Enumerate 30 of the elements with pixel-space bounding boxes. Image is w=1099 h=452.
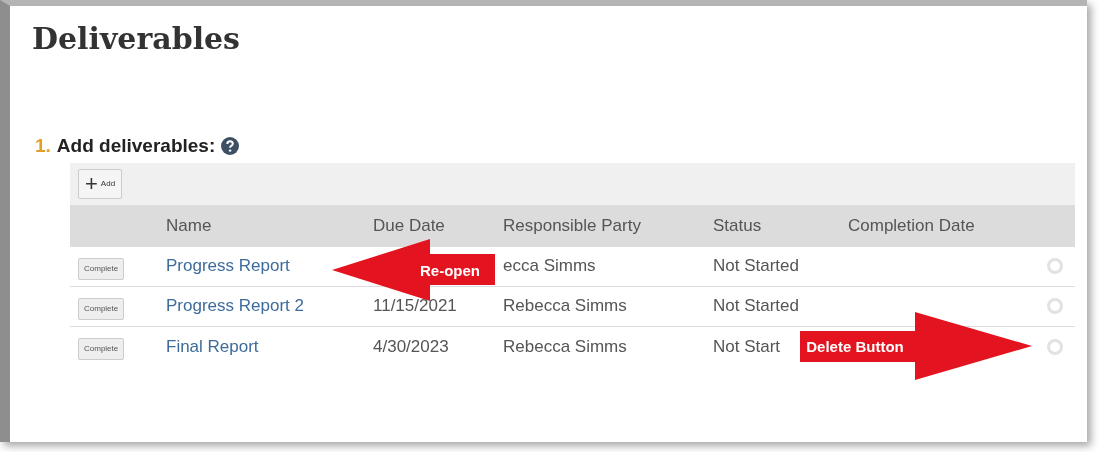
add-label: Add [100,177,116,190]
table-cell: Rebecca Simms [503,336,627,356]
plus-icon: + [85,172,98,195]
column-header: Name [166,215,212,235]
table-cell: 11/15/2021 [373,296,457,316]
circle-icon[interactable] [1047,298,1063,314]
table-cell: Not Start [713,336,781,356]
callout-label: Re-open [420,261,480,279]
circle-icon[interactable] [1047,338,1063,355]
page-title: Deliverables [32,24,241,54]
table-cell: 4/30/2023 [373,336,449,356]
deliverable-link[interactable]: Progress Report [166,256,290,276]
complete-button[interactable]: Complete [78,297,125,320]
table-cell: Not Started [713,296,799,316]
complete-button[interactable]: Complete [78,338,125,360]
table-cell: ecca Simms [503,256,596,276]
complete-button[interactable]: Complete [78,257,125,280]
table-cell: Not Started [713,256,799,276]
deliverable-link[interactable]: Final Report [166,336,259,356]
table-cell: Rebecca Simms [503,296,627,316]
help-icon[interactable] [221,137,240,156]
deliverable-link[interactable]: Progress Report 2 [166,296,304,316]
section-heading: Add deliverables: [56,134,216,158]
callout-label: Delete Button [806,337,904,355]
column-header: Completion Date [848,215,975,235]
column-header: Due Date [373,215,445,235]
column-header: Responsible Party [503,215,641,235]
circle-icon[interactable] [1047,258,1063,274]
step-number: 1. [35,134,51,158]
column-header: Status [713,215,762,235]
